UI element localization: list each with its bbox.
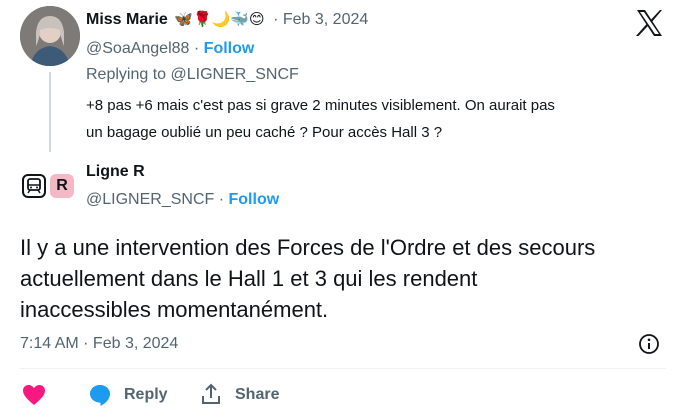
replying-to-row: Replying to @LIGNER_SNCF [86, 66, 299, 84]
tweet-time-date[interactable]: 7:14 AM · Feb 3, 2024 [20, 335, 178, 353]
separator-dot: · [273, 11, 279, 28]
main-tweet-text: Il y a une intervention des Forces de l'… [20, 232, 595, 325]
name-emojis: 🦋🌹🌙🐳😊 [174, 11, 265, 28]
line-r-avatar[interactable]: R [50, 174, 74, 198]
share-button[interactable]: Share [235, 386, 279, 404]
comment-icon[interactable] [88, 383, 112, 407]
x-logo-icon[interactable] [634, 8, 664, 38]
heart-icon[interactable] [22, 384, 46, 406]
reply-header: Miss Marie 🦋🌹🌙🐳😊 · Feb 3, 2024 [86, 10, 368, 29]
main-text-line: actuellement dans le Hall 1 et 3 qui les… [20, 266, 478, 291]
main-author-name-row: Ligne R [86, 163, 145, 181]
reply-button[interactable]: Reply [124, 386, 168, 404]
main-handle-row: @LIGNER_SNCF · Follow [86, 191, 279, 209]
divider [20, 368, 666, 369]
reply-tweet-text: +8 pas +6 mais c'est pas si grave 2 minu… [86, 92, 555, 146]
main-text-line: Il y a une intervention des Forces de l'… [20, 235, 596, 260]
follow-main-author-button[interactable]: Follow [229, 191, 280, 208]
reply-text-line: un bagage oublié un peu caché ? Pour acc… [86, 124, 443, 141]
share-icon[interactable] [199, 382, 223, 406]
reply-text-line: +8 pas +6 mais c'est pas si grave 2 minu… [86, 97, 555, 114]
reply-author-handle[interactable]: @SoaAngel88 [86, 40, 189, 57]
train-icon [22, 174, 46, 198]
separator-dot: · [193, 40, 200, 57]
follow-reply-author-button[interactable]: Follow [204, 40, 255, 57]
main-text-line: inaccessibles momentanément. [20, 297, 329, 322]
separator-dot: · [218, 191, 225, 208]
reply-timestamp[interactable]: Feb 3, 2024 [283, 11, 368, 28]
thread-connector-line [49, 72, 51, 152]
reply-handle-row: @SoaAngel88 · Follow [86, 40, 254, 58]
info-icon[interactable] [638, 333, 660, 355]
main-author-name[interactable]: Ligne R [86, 163, 145, 180]
reply-author-avatar[interactable] [20, 6, 80, 66]
reply-author-name[interactable]: Miss Marie [86, 11, 168, 28]
replying-to-label: Replying to [86, 66, 167, 83]
main-author-handle[interactable]: @LIGNER_SNCF [86, 191, 214, 208]
replying-to-handle[interactable]: @LIGNER_SNCF [171, 66, 299, 83]
